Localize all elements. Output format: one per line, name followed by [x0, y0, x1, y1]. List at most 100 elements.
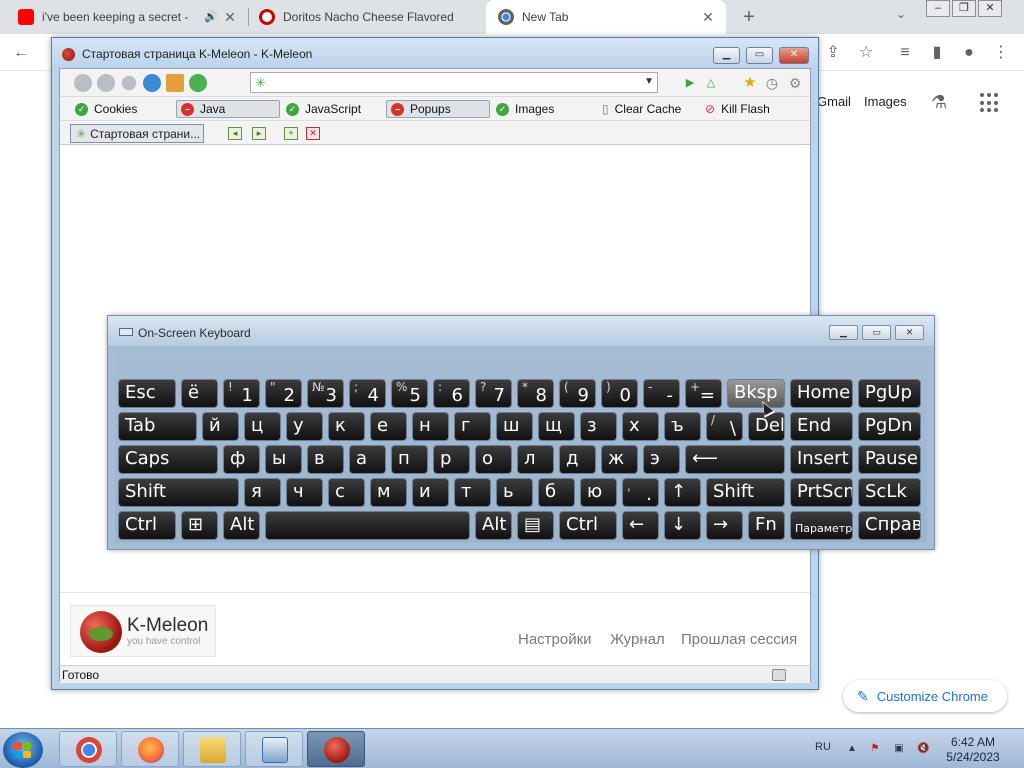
system-clock[interactable]: 6:42 AM 5/24/2023 — [932, 735, 1014, 765]
customize-chrome-button[interactable]: ✎ Customize Chrome — [843, 680, 1007, 712]
key-к[interactable]: к — [328, 412, 365, 441]
chrome-tab-youtube[interactable]: i've been keeping a secret - 🔊 ✕ — [0, 0, 248, 34]
close-button[interactable]: ✕ — [779, 47, 809, 64]
close-tab-icon[interactable]: ✕ — [306, 127, 320, 140]
key-Insert[interactable]: Insert — [790, 445, 853, 474]
key-у[interactable]: у — [286, 412, 323, 441]
key-п[interactable]: п — [391, 445, 428, 474]
key-ъ[interactable]: ъ — [664, 412, 701, 441]
key---[interactable]: -- — [643, 379, 680, 408]
chrome-tab-new-tab[interactable]: New Tab ✕ — [486, 0, 726, 34]
key-ж[interactable]: ж — [601, 445, 638, 474]
new-tab-icon[interactable]: + — [284, 127, 298, 140]
volume-muted-icon[interactable]: 🔇 — [917, 743, 929, 754]
key-ё[interactable]: ё — [181, 379, 218, 408]
key-Shift[interactable]: Shift — [118, 478, 239, 507]
key-Fn[interactable]: Fn — [748, 511, 785, 540]
gmail-link[interactable]: Gmail — [817, 94, 851, 109]
images-toggle[interactable]: ✓ Images — [492, 100, 554, 118]
key-*8[interactable]: * 8 — [517, 379, 554, 408]
key-⟵[interactable]: ⟵ — [685, 445, 785, 474]
show-hidden-icons[interactable]: ▲ — [846, 743, 858, 754]
home-icon[interactable] — [166, 74, 184, 92]
key-й[interactable]: й — [202, 412, 239, 441]
reload-icon[interactable] — [143, 74, 161, 92]
maximize-button[interactable]: ▭ — [862, 325, 891, 340]
close-tab-icon[interactable]: ✕ — [222, 9, 238, 25]
reading-list-icon[interactable]: ≡ — [894, 42, 916, 64]
taskbar-kmeleon[interactable] — [307, 731, 365, 767]
key-Tab[interactable]: Tab — [118, 412, 197, 441]
key-л[interactable]: л — [517, 445, 554, 474]
url-dropdown-icon[interactable]: ▼ — [644, 76, 654, 87]
minimize-button[interactable]: ▁ — [713, 47, 740, 64]
share-icon[interactable]: ⇪ — [822, 42, 844, 64]
key-а[interactable]: а — [349, 445, 386, 474]
key-Pause[interactable]: Pause — [858, 445, 921, 474]
key-ч[interactable]: ч — [286, 478, 323, 507]
bookmarks-star-icon[interactable]: ★ — [741, 74, 759, 92]
history-icon[interactable]: ◷ — [763, 74, 781, 92]
new-tab-button[interactable]: + — [738, 6, 760, 28]
key-я[interactable]: я — [244, 478, 281, 507]
key-ш[interactable]: ш — [496, 412, 533, 441]
stop-icon[interactable] — [121, 75, 137, 91]
key-г[interactable]: г — [454, 412, 491, 441]
key-%5[interactable]: % 5 — [391, 379, 428, 408]
back-icon[interactable] — [74, 74, 92, 92]
key-Alt[interactable]: Alt — [475, 511, 512, 540]
key-ф[interactable]: ф — [223, 445, 260, 474]
key-End[interactable]: End — [790, 412, 853, 441]
taskbar-on-screen-keyboard[interactable] — [245, 731, 303, 767]
prev-tab-icon[interactable]: ◂ — [228, 127, 242, 140]
chrome-tab-doritos[interactable]: Doritos Nacho Cheese Flavored T — [249, 0, 485, 34]
key-/\[interactable]: / \ — [706, 412, 743, 441]
kmeleon-tab-start[interactable]: ✳ Стартовая страни... — [70, 124, 204, 143]
key-е[interactable]: е — [370, 412, 407, 441]
kmeleon-titlebar[interactable]: Стартовая страница K-Meleon - K-Meleon ▁… — [52, 38, 818, 68]
key-PrtScn[interactable]: PrtScn — [790, 478, 853, 507]
profile-icon[interactable]: ● — [958, 42, 980, 64]
key-,.[interactable]: ,. — [622, 478, 659, 507]
key-↓[interactable]: ↓ — [664, 511, 701, 540]
key-р[interactable]: р — [433, 445, 470, 474]
key-▤[interactable]: ▤ — [517, 511, 554, 540]
key-ь[interactable]: ь — [496, 478, 533, 507]
key-№3[interactable]: № 3 — [307, 379, 344, 408]
labs-flask-icon[interactable]: ⚗ — [931, 92, 953, 114]
key-и[interactable]: и — [412, 478, 449, 507]
settings-gear-icon[interactable]: ⚙ — [786, 74, 804, 92]
key-Параметры[interactable]: Параметры — [790, 511, 853, 540]
kill-flash-button[interactable]: ⊘ Kill Flash — [701, 100, 770, 118]
minimize-icon[interactable]: – — [926, 0, 950, 17]
bookmark-star-icon[interactable]: ☆ — [855, 42, 877, 64]
history-link[interactable]: Журнал — [610, 631, 665, 648]
key-ScLk[interactable]: ScLk — [858, 478, 921, 507]
language-indicator[interactable]: RU — [815, 741, 831, 753]
audio-icon[interactable]: 🔊 — [204, 10, 218, 23]
last-session-link[interactable]: Прошлая сессия — [681, 631, 797, 648]
network-icon[interactable]: ▣ — [893, 743, 905, 754]
key-э[interactable]: э — [643, 445, 680, 474]
url-bar[interactable]: ✳ ▼ — [250, 72, 658, 93]
key-!1[interactable]: ! 1 — [223, 379, 260, 408]
clear-cache-button[interactable]: ▯ Clear Cache — [598, 100, 681, 118]
taskbar-explorer[interactable] — [183, 731, 241, 767]
key-)0[interactable]: ) 0 — [601, 379, 638, 408]
key-PgUp[interactable]: PgUp — [858, 379, 921, 408]
key-Caps[interactable]: Caps — [118, 445, 218, 474]
key-→[interactable]: → — [706, 511, 743, 540]
key-?7[interactable]: ? 7 — [475, 379, 512, 408]
cookies-toggle[interactable]: ✓ Cookies — [71, 100, 137, 118]
key-м[interactable]: м — [370, 478, 407, 507]
key-space[interactable] — [265, 511, 470, 540]
key-в[interactable]: в — [307, 445, 344, 474]
key-;4[interactable]: ; 4 — [349, 379, 386, 408]
restore-icon[interactable]: ❐ — [952, 0, 976, 17]
tab-search-icon[interactable]: ⌄ — [896, 7, 914, 25]
key-о[interactable]: о — [475, 445, 512, 474]
key-ю[interactable]: ю — [580, 478, 617, 507]
key-д[interactable]: д — [559, 445, 596, 474]
play-icon[interactable]: ▶ — [681, 74, 699, 92]
key-←[interactable]: ← — [622, 511, 659, 540]
